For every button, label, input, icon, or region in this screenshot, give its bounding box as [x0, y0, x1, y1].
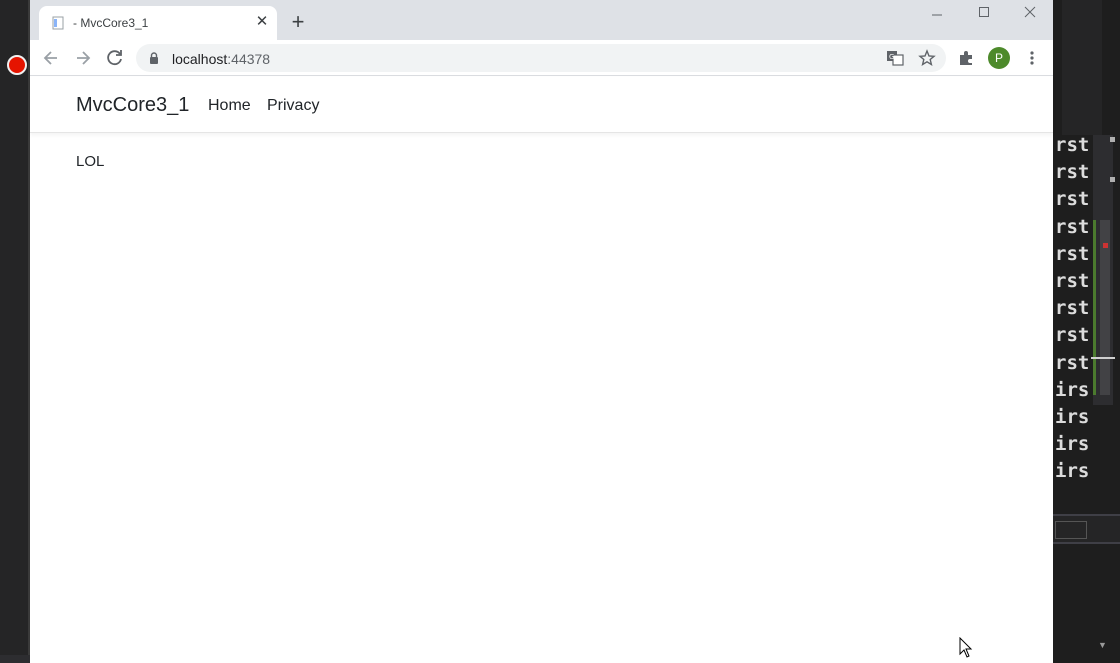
breakpoint-icon[interactable]: [7, 55, 27, 75]
ide-status-left: [0, 655, 30, 663]
code-line: irs: [1055, 406, 1090, 429]
code-line: rst: [1055, 324, 1090, 347]
code-line: rst: [1055, 270, 1090, 293]
maximize-icon[interactable]: [972, 4, 996, 22]
minimize-icon[interactable]: [925, 4, 949, 22]
site-navbar: MvcCore3_1 Home Privacy: [30, 77, 1053, 133]
page-favicon-icon: [52, 16, 64, 30]
address-bar[interactable]: localhost:44378 G: [136, 44, 946, 72]
new-tab-icon[interactable]: +: [286, 11, 310, 35]
scroll-marker: [1110, 177, 1115, 182]
site-brand-link[interactable]: MvcCore3_1: [76, 94, 189, 117]
back-icon[interactable]: [41, 48, 61, 68]
nav-link-privacy[interactable]: Privacy: [267, 97, 319, 115]
lock-icon[interactable]: [147, 51, 161, 65]
profile-avatar[interactable]: P: [988, 47, 1010, 69]
code-line: irs: [1055, 433, 1090, 456]
translate-icon[interactable]: G: [886, 49, 904, 67]
more-menu-icon[interactable]: [1023, 49, 1041, 67]
code-line: rst: [1055, 351, 1090, 374]
forward-icon[interactable]: [73, 48, 93, 68]
error-marker: [1103, 243, 1108, 248]
svg-text:G: G: [889, 53, 894, 61]
code-line: rst: [1055, 215, 1090, 238]
code-line: irs: [1055, 460, 1090, 483]
tab-close-icon[interactable]: ✕: [253, 13, 271, 31]
url-text: localhost:44378: [172, 51, 270, 67]
window-close-icon[interactable]: [1018, 4, 1042, 22]
ide-right-editor: rst rst rst rst rst rst rst rst rst irs irs irs irs …: [1053, 0, 1120, 663]
code-fragment: rst rst rst rst rst rst rst rst rst irs irs irs irs: [1055, 132, 1089, 486]
mouse-cursor-icon: [959, 637, 973, 658]
tab-strip: - MvcCore3_1 ✕ +: [30, 0, 1053, 40]
editor-bottom-panel: [1053, 514, 1120, 544]
nav-link-home[interactable]: Home: [208, 97, 251, 115]
url-port: :44378: [227, 51, 271, 67]
code-line: irs: [1055, 378, 1090, 401]
scroll-marker: [1110, 137, 1115, 142]
browser-window: - MvcCore3_1 ✕ + localhost:44378 G P Mvc…: [30, 0, 1053, 663]
reload-icon[interactable]: [105, 48, 125, 68]
url-host: localhost: [172, 51, 228, 67]
change-marker: [1093, 220, 1096, 395]
extensions-icon[interactable]: [957, 49, 975, 67]
browser-tab[interactable]: - MvcCore3_1 ✕: [39, 6, 277, 40]
bookmark-star-icon[interactable]: [918, 49, 936, 67]
scroll-down-icon[interactable]: ▼: [1098, 640, 1107, 650]
tab-title: - MvcCore3_1: [73, 16, 149, 30]
editor-top-strip: [1062, 0, 1102, 135]
caret-position-marker: [1091, 357, 1115, 359]
code-line: rst: [1055, 242, 1090, 265]
code-line: rst: [1055, 188, 1090, 211]
ide-status-right: [1053, 655, 1120, 663]
page-body-text: LOL: [76, 153, 105, 170]
panel-box: [1055, 521, 1087, 539]
code-line: rst: [1055, 134, 1090, 156]
code-line: rst: [1055, 297, 1090, 320]
browser-toolbar: localhost:44378 G P: [30, 40, 1053, 76]
page-viewport: MvcCore3_1 Home Privacy LOL: [30, 77, 1053, 663]
ide-left-gutter: [0, 0, 30, 663]
code-line: rst: [1055, 161, 1090, 184]
